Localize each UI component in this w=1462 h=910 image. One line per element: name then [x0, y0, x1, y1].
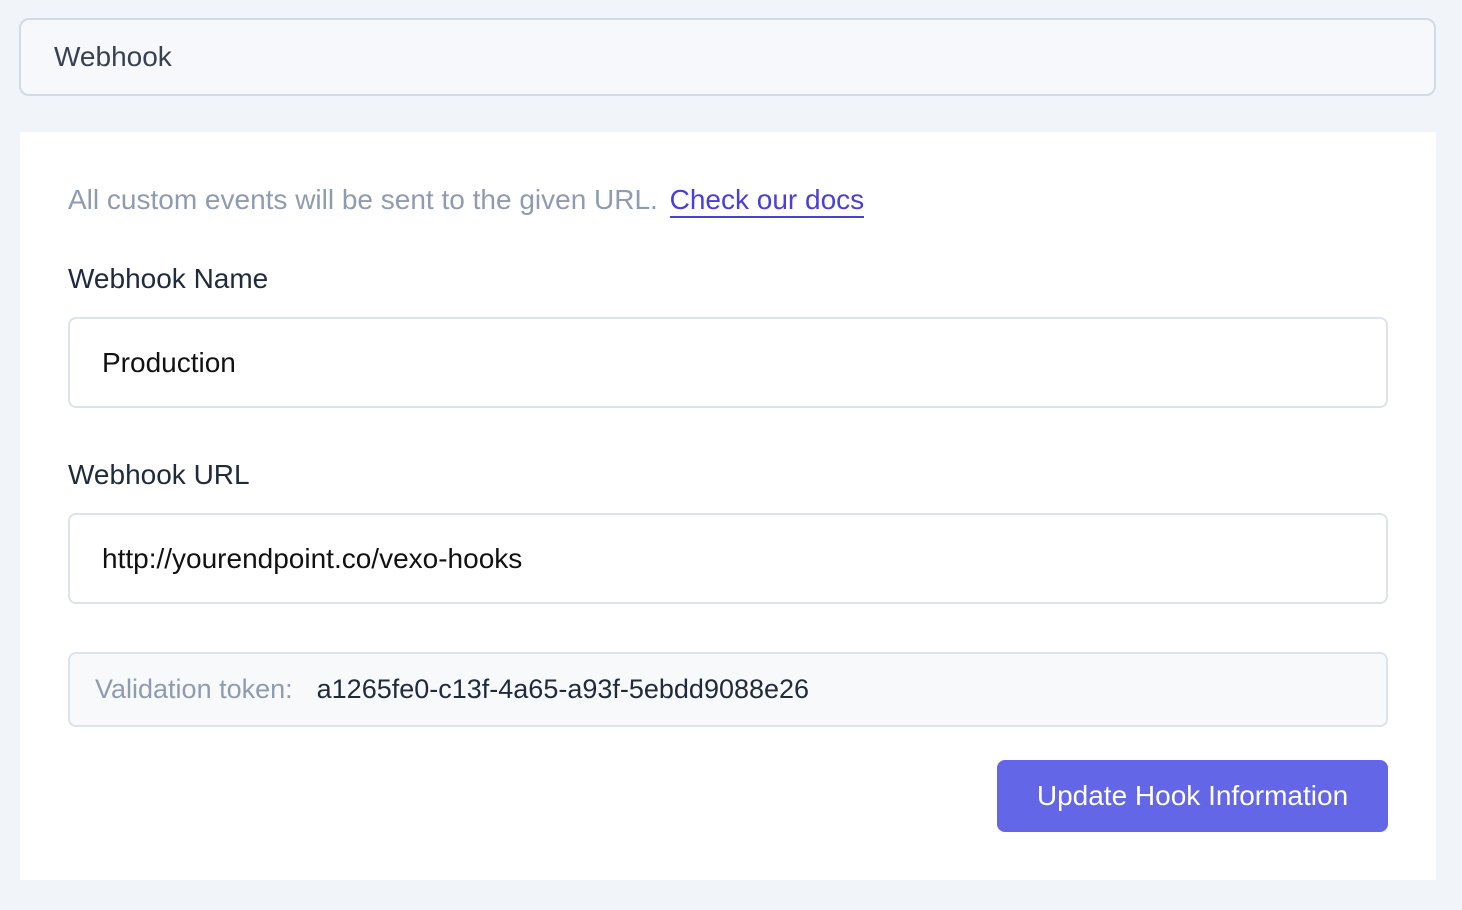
- webhook-name-input[interactable]: [68, 317, 1388, 408]
- validation-token-field: Validation token: a1265fe0-c13f-4a65-a93…: [68, 652, 1388, 727]
- webhook-name-label: Webhook Name: [68, 263, 269, 294]
- validation-token-label: Validation token:: [95, 674, 293, 704]
- validation-token-value: a1265fe0-c13f-4a65-a93f-5ebdd9088e26: [316, 674, 810, 704]
- header-title: Webhook: [54, 41, 172, 72]
- webhook-form-card: All custom events will be sent to the gi…: [20, 132, 1436, 880]
- webhook-header: Webhook: [19, 18, 1436, 96]
- docs-link[interactable]: Check our docs: [669, 184, 865, 218]
- description-text: All custom events will be sent to the gi…: [68, 184, 865, 218]
- webhook-url-label: Webhook URL: [68, 459, 250, 490]
- description-label: All custom events will be sent to the gi…: [68, 184, 658, 215]
- webhook-url-input[interactable]: [68, 513, 1388, 604]
- update-hook-button[interactable]: Update Hook Information: [997, 760, 1388, 832]
